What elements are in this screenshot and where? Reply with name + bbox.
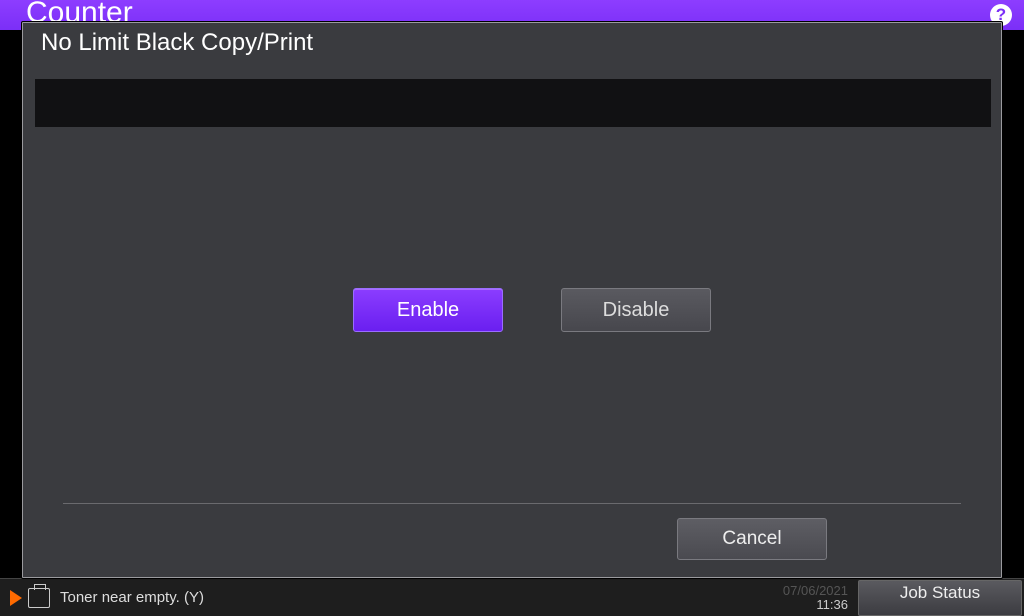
time-text: 11:36 bbox=[783, 598, 848, 612]
toner-status-text: Toner near empty. (Y) bbox=[60, 589, 204, 606]
cancel-button[interactable]: Cancel bbox=[677, 518, 827, 560]
printer-icon bbox=[28, 588, 50, 608]
dialog-subheader-band bbox=[35, 79, 991, 127]
dialog-title: No Limit Black Copy/Print bbox=[23, 23, 1001, 65]
play-icon bbox=[10, 590, 22, 606]
disable-button[interactable]: Disable bbox=[561, 288, 711, 332]
no-limit-black-dialog: No Limit Black Copy/Print Enable Disable… bbox=[22, 22, 1002, 578]
enable-button[interactable]: Enable bbox=[353, 288, 503, 332]
job-status-button[interactable]: Job Status bbox=[858, 580, 1022, 616]
status-bar: Toner near empty. (Y) 07/06/2021 11:36 J… bbox=[0, 578, 1024, 616]
date-text: 07/06/2021 bbox=[783, 584, 848, 598]
dialog-divider bbox=[63, 503, 961, 504]
datetime: 07/06/2021 11:36 bbox=[783, 584, 848, 612]
